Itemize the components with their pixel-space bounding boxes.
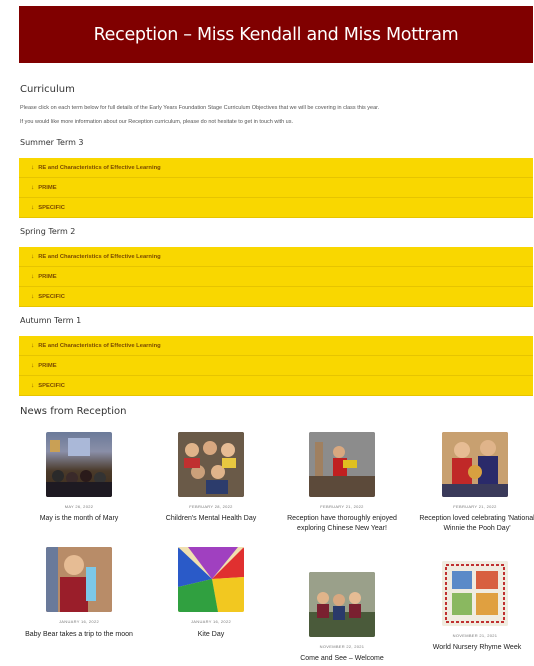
baby-bear-photo (46, 547, 112, 612)
accordion-item-specific[interactable]: ↓ SPECIFIC (19, 287, 533, 307)
news-thumbnail-1[interactable] (46, 432, 112, 497)
arrow-down-icon: ↓ (31, 362, 35, 369)
news-title-2[interactable]: Children's Mental Health Day (155, 514, 267, 524)
news-title-1[interactable]: May is the month of Mary (23, 514, 135, 524)
accordion-summer: ↓ RE and Characteristics of Effective Lea… (19, 158, 533, 218)
accordion-label: RE and Characteristics of Effective Lear… (38, 253, 161, 260)
news-thumbnail-6[interactable] (178, 547, 244, 612)
winnie-the-pooh-photo (442, 432, 508, 497)
page-title: Reception – Miss Kendall and Miss Mottra… (93, 24, 459, 45)
accordion-spring: ↓ RE and Characteristics of Effective Lea… (19, 247, 533, 307)
news-title-8[interactable]: World Nursery Rhyme Week (418, 643, 534, 653)
news-thumbnail-8[interactable] (442, 561, 508, 626)
news-date-3: FEBRUARY 21, 2022 (320, 504, 364, 509)
news-date-8: NOVEMBER 21, 2021 (452, 633, 498, 638)
arrow-down-icon: ↓ (31, 253, 35, 260)
arrow-down-icon: ↓ (31, 382, 35, 389)
accordion-item-re[interactable]: ↓ RE and Characteristics of Effective Lea… (19, 247, 533, 267)
accordion-item-prime[interactable]: ↓ PRIME (19, 356, 533, 376)
chinese-new-year-photo (309, 432, 375, 497)
news-date-1: MAY 26, 2022 (64, 504, 94, 509)
accordion-label: SPECIFIC (38, 204, 65, 211)
accordion-label: RE and Characteristics of Effective Lear… (38, 164, 161, 171)
accordion-label: PRIME (38, 184, 57, 191)
arrow-down-icon: ↓ (31, 342, 35, 349)
kite-photo (178, 547, 244, 612)
news-title-3[interactable]: Reception have thoroughly enjoyed explor… (286, 514, 398, 534)
come-and-see-photo (309, 572, 375, 637)
news-date-2: FEBRUARY 28, 2022 (189, 504, 233, 509)
news-date-5: JANUARY 16, 2022 (58, 619, 99, 624)
accordion-item-re[interactable]: ↓ RE and Characteristics of Effective Lea… (19, 336, 533, 356)
accordion-item-re[interactable]: ↓ RE and Characteristics of Effective Lea… (19, 158, 533, 178)
news-thumbnail-2[interactable] (178, 432, 244, 497)
arrow-down-icon: ↓ (31, 293, 35, 300)
term-title-summer: Summer Term 3 (20, 138, 84, 147)
arrow-down-icon: ↓ (31, 164, 35, 171)
classroom-photo (46, 438, 112, 497)
news-date-7: NOVEMBER 22, 2021 (319, 644, 365, 649)
accordion-label: SPECIFIC (38, 293, 65, 300)
intro-line-1: Please click on each term below for full… (20, 105, 380, 111)
news-thumbnail-5[interactable] (46, 547, 112, 612)
news-thumbnail-3[interactable] (309, 432, 375, 497)
accordion-item-prime[interactable]: ↓ PRIME (19, 178, 533, 198)
arrow-down-icon: ↓ (31, 204, 35, 211)
accordion-label: PRIME (38, 273, 57, 280)
accordion-label: SPECIFIC (38, 382, 65, 389)
news-date-4: FEBRUARY 21, 2022 (453, 504, 497, 509)
news-title-4[interactable]: Reception loved celebrating 'National Wi… (418, 514, 534, 534)
page-banner: Reception – Miss Kendall and Miss Mottra… (19, 6, 533, 63)
news-date-6: JANUARY 16, 2022 (190, 619, 231, 624)
accordion-label: PRIME (38, 362, 57, 369)
accordion-item-specific[interactable]: ↓ SPECIFIC (19, 376, 533, 396)
news-title-7[interactable]: Come and See – Welcome (286, 654, 398, 664)
news-title-6[interactable]: Kite Day (155, 630, 267, 640)
news-thumbnail-7[interactable] (309, 572, 375, 637)
term-title-spring: Spring Term 2 (20, 227, 76, 236)
children-group-photo (178, 432, 244, 497)
arrow-down-icon: ↓ (31, 184, 35, 191)
accordion-item-specific[interactable]: ↓ SPECIFIC (19, 198, 533, 218)
news-title-5[interactable]: Baby Bear takes a trip to the moon (23, 630, 135, 640)
curriculum-intro: Please click on each term below for full… (20, 101, 532, 129)
accordion-autumn: ↓ RE and Characteristics of Effective Lea… (19, 336, 533, 396)
accordion-label: RE and Characteristics of Effective Lear… (38, 342, 161, 349)
arrow-down-icon: ↓ (31, 273, 35, 280)
news-thumbnail-4[interactable] (442, 432, 508, 497)
news-heading: News from Reception (20, 406, 127, 417)
nursery-rhyme-photo (442, 561, 508, 626)
intro-line-2: If you would like more information about… (20, 119, 294, 125)
term-title-autumn: Autumn Term 1 (20, 316, 82, 325)
accordion-item-prime[interactable]: ↓ PRIME (19, 267, 533, 287)
curriculum-heading: Curriculum (20, 84, 75, 95)
